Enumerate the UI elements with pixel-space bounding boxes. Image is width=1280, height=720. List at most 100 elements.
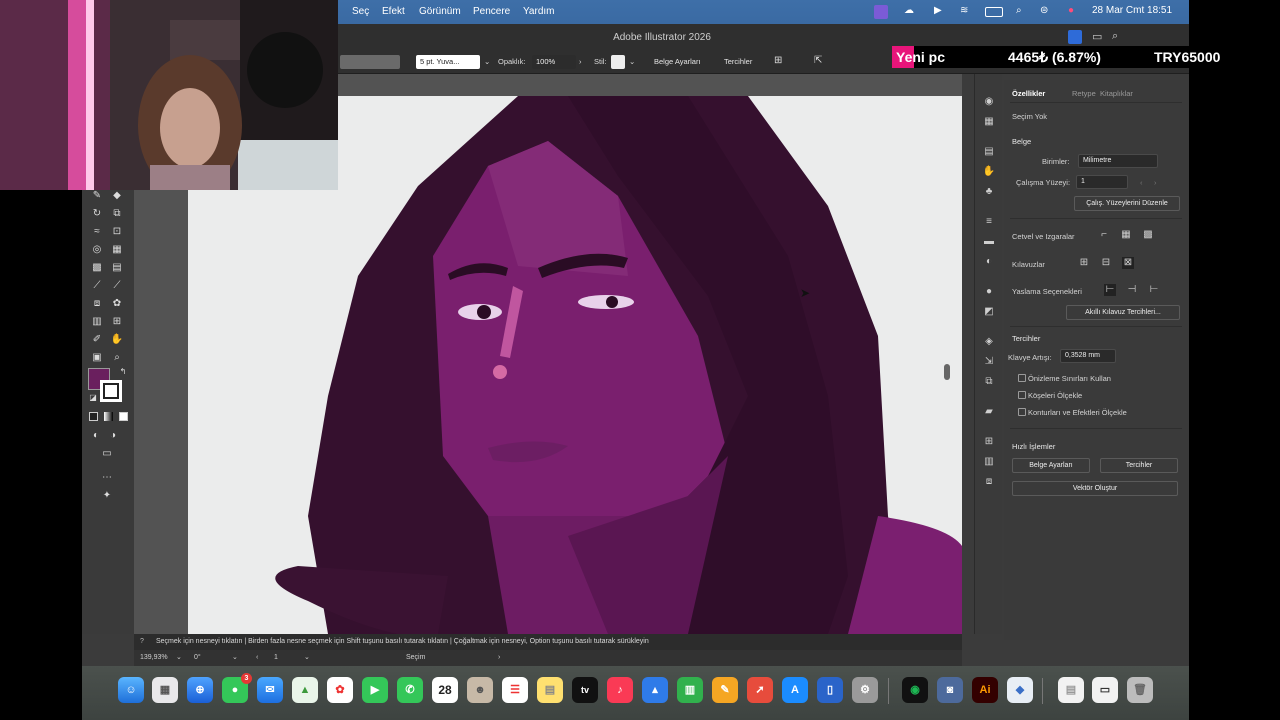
fill-swatch-field[interactable] bbox=[340, 55, 400, 69]
hand-tool-icon[interactable]: ✋ bbox=[110, 334, 124, 346]
artboard-nav-field[interactable]: 1 bbox=[274, 650, 278, 666]
vectorize-button[interactable]: Vektör Oluştur bbox=[1012, 481, 1178, 496]
tab-retype[interactable]: Retype bbox=[1072, 89, 1096, 98]
libraries-panel-icon[interactable]: ▦ bbox=[982, 116, 996, 128]
units-select[interactable]: Milimetre bbox=[1078, 154, 1158, 168]
print-tiling-icon[interactable]: ▣ bbox=[90, 352, 104, 364]
document-stack-icon[interactable]: ▤ bbox=[1058, 677, 1084, 703]
align-panel-icon[interactable]: ⊞ bbox=[982, 436, 996, 448]
transparency-grid-icon[interactable]: ▩ bbox=[1142, 229, 1154, 241]
swatches-panel-icon[interactable]: ▤ bbox=[982, 146, 996, 158]
preferences-button[interactable]: Tercihler bbox=[718, 54, 758, 70]
screen-mode-icon[interactable]: ▭ bbox=[100, 448, 114, 460]
doc-setup-button[interactable]: Belge Ayarları bbox=[648, 54, 707, 70]
screen-capture-icon[interactable]: ◙ bbox=[937, 677, 963, 703]
photos-icon[interactable]: ✿ bbox=[327, 677, 353, 703]
artboard-nav-chevron-icon[interactable]: ⌄ bbox=[304, 650, 310, 666]
mail-icon[interactable]: ✉ bbox=[257, 677, 283, 703]
pages-icon[interactable]: ✎ bbox=[712, 677, 738, 703]
contacts-icon[interactable]: ☻ bbox=[467, 677, 493, 703]
blend-tool-icon[interactable]: ⧈ bbox=[90, 298, 104, 310]
gradient-tool-icon[interactable]: ▤ bbox=[110, 262, 124, 274]
lock-guides-icon[interactable]: ⊟ bbox=[1100, 257, 1112, 269]
play-icon[interactable]: ▶ bbox=[934, 5, 942, 19]
toolbar-edit-icon[interactable]: ✦ bbox=[100, 490, 114, 502]
swap-colors-icon[interactable]: ↰ bbox=[116, 366, 130, 378]
opacity-input[interactable]: 100% bbox=[532, 55, 576, 69]
symbols-panel-icon[interactable]: ♣ bbox=[982, 186, 996, 198]
tab-properties[interactable]: Özellikler bbox=[1012, 89, 1045, 98]
pathfinder-panel-icon[interactable]: ▥ bbox=[982, 456, 996, 468]
zoom-tool-icon[interactable]: ⌕ bbox=[110, 352, 124, 364]
draw-normal-icon[interactable]: ◐ bbox=[89, 430, 103, 442]
graphic-styles-icon[interactable]: ◩ bbox=[982, 306, 996, 318]
stroke-panel-icon[interactable]: ≡ bbox=[982, 216, 996, 228]
rotate-tool-icon[interactable]: ↻ bbox=[90, 208, 104, 220]
creative-cloud-icon[interactable]: ☁ bbox=[904, 5, 914, 19]
brushes-panel-icon[interactable]: ✋ bbox=[982, 166, 996, 178]
vector-app-icon[interactable]: ◆ bbox=[1007, 677, 1033, 703]
shape-builder-icon[interactable]: ◎ bbox=[90, 244, 104, 256]
perspective-grid-icon[interactable]: ▦ bbox=[110, 244, 124, 256]
next-artboard-icon[interactable]: › bbox=[1154, 178, 1157, 187]
properties-panel-icon[interactable]: ◉ bbox=[982, 96, 996, 108]
grid-icon[interactable]: ▦ bbox=[1120, 229, 1132, 241]
default-colors-icon[interactable]: ◪ bbox=[86, 392, 100, 404]
calendar-icon[interactable]: 28 bbox=[432, 677, 458, 703]
preview-app-icon[interactable]: ▯ bbox=[817, 677, 843, 703]
wifi-icon[interactable]: ≋ bbox=[960, 5, 968, 19]
tab-libraries[interactable]: Kitaplıklar bbox=[1100, 89, 1133, 98]
artboards-panel-icon[interactable]: ⧉ bbox=[982, 376, 996, 388]
smart-guides-icon[interactable]: ⊠ bbox=[1122, 257, 1134, 269]
rotation-field[interactable]: 0° bbox=[194, 650, 201, 666]
none-mode-icon[interactable] bbox=[119, 412, 128, 421]
smart-guides-prefs-button[interactable]: Akıllı Kılavuz Tercihleri... bbox=[1066, 305, 1180, 320]
rotation-chevron-icon[interactable]: ⌄ bbox=[232, 650, 238, 666]
zoom-chevron-icon[interactable]: ⌄ bbox=[176, 650, 182, 666]
scale-tool-icon[interactable]: ⧉ bbox=[110, 208, 124, 220]
scale-corners-checkbox[interactable] bbox=[1018, 391, 1026, 399]
control-center-icon[interactable]: ⊜ bbox=[1040, 5, 1048, 19]
app-store-icon[interactable]: A bbox=[782, 677, 808, 703]
chevron-down-icon[interactable]: ⌄ bbox=[484, 57, 490, 66]
phone-icon[interactable]: ✆ bbox=[397, 677, 423, 703]
stroke-color-swatch[interactable] bbox=[100, 380, 122, 402]
rulers-icon[interactable]: ⌐ bbox=[1098, 229, 1110, 241]
pen-tool-icon[interactable]: ✎ bbox=[90, 190, 104, 202]
more-tools-icon[interactable]: ⋯ bbox=[100, 472, 114, 484]
search-icon[interactable]: ⌕ bbox=[1016, 5, 1022, 19]
draw-behind-icon[interactable]: ◑ bbox=[106, 430, 120, 442]
menu-effect[interactable]: Efekt bbox=[382, 6, 405, 17]
comments-panel-icon[interactable]: ▰ bbox=[982, 406, 996, 418]
style-swatch[interactable] bbox=[611, 55, 625, 69]
status-menu-icon[interactable]: › bbox=[498, 650, 500, 666]
chevron-right-icon[interactable]: › bbox=[579, 57, 582, 66]
width-tool-icon[interactable]: ≈ bbox=[90, 226, 104, 238]
export-icon[interactable]: ⇱ bbox=[814, 55, 822, 66]
color-mode-icon[interactable] bbox=[89, 412, 98, 421]
battery-icon[interactable] bbox=[985, 7, 1003, 17]
arrange-icon[interactable]: ▭ bbox=[1092, 30, 1102, 43]
music-icon[interactable]: ♪ bbox=[607, 677, 633, 703]
vertical-scrollbar[interactable] bbox=[944, 364, 950, 380]
prev-artboard-nav-icon[interactable]: ‹ bbox=[256, 650, 258, 666]
launchpad-icon[interactable]: ▦ bbox=[152, 677, 178, 703]
quick-preferences-button[interactable]: Tercihler bbox=[1100, 458, 1178, 473]
share-icon[interactable] bbox=[1068, 30, 1082, 44]
reminders-icon[interactable]: ☰ bbox=[502, 677, 528, 703]
menu-window[interactable]: Pencere bbox=[473, 6, 510, 17]
rocket-app-icon[interactable]: ➚ bbox=[747, 677, 773, 703]
system-settings-icon[interactable]: ⚙ bbox=[852, 677, 878, 703]
messages-icon[interactable]: ● 3 bbox=[222, 673, 252, 703]
search-help-icon[interactable]: ⌕ bbox=[1112, 30, 1118, 43]
gradient-mode-icon[interactable] bbox=[104, 412, 113, 421]
align-icon[interactable]: ⊞ bbox=[774, 55, 782, 66]
preview-bounds-checkbox[interactable] bbox=[1018, 374, 1026, 382]
menu-select[interactable]: Seç bbox=[352, 6, 369, 17]
trash-icon[interactable]: 🗑 bbox=[1127, 677, 1153, 703]
quick-doc-setup-button[interactable]: Belge Ayarları bbox=[1012, 458, 1090, 473]
scale-strokes-checkbox[interactable] bbox=[1018, 408, 1026, 416]
downloads-stack-icon[interactable]: ▭ bbox=[1092, 677, 1118, 703]
screen-record-icon[interactable] bbox=[874, 5, 888, 19]
mesh-tool-icon[interactable]: ▩ bbox=[90, 262, 104, 274]
